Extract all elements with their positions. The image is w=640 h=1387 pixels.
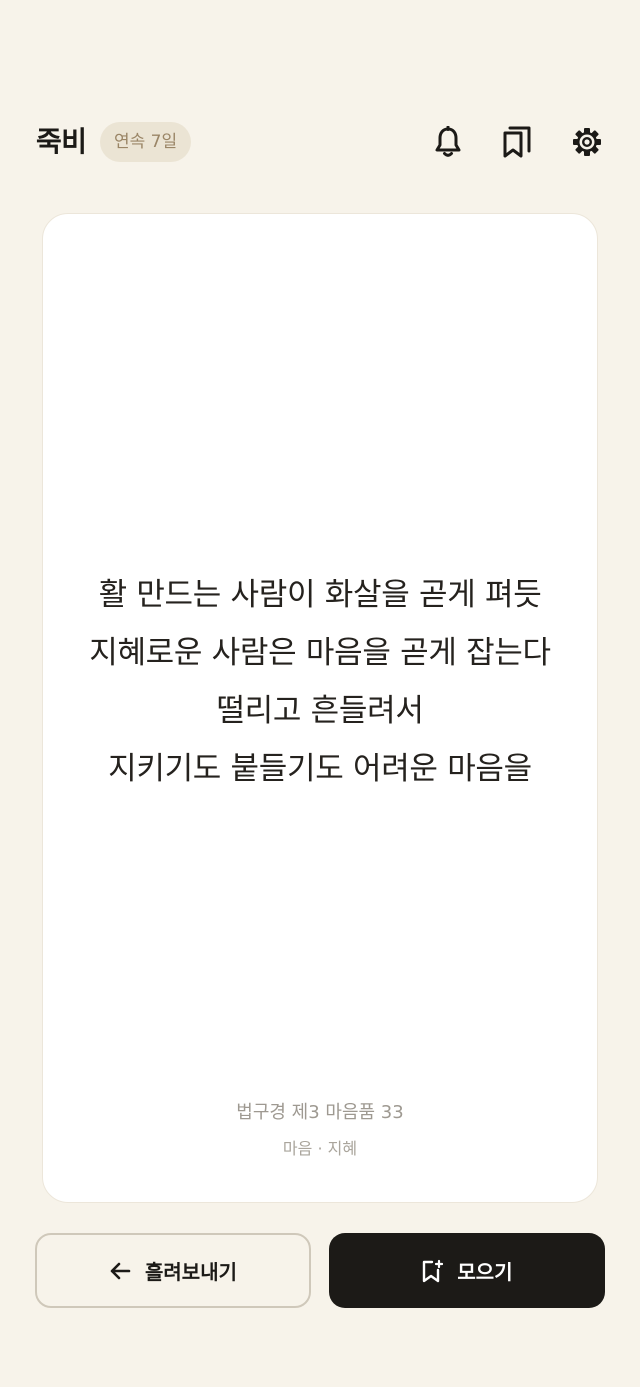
collect-button[interactable]: 모으기 (329, 1233, 605, 1308)
collect-button-label: 모으기 (457, 1260, 513, 1284)
verse-card[interactable]: 활 만드는 사람이 화살을 곧게 펴듯 지혜로운 사람은 마음을 곧게 잡는다 … (42, 213, 598, 1203)
verse-source: 법구경 제3 마음품 33 (236, 1102, 404, 1123)
arrow-left-icon (110, 1262, 131, 1279)
pass-button-label: 흘려보내기 (145, 1260, 237, 1284)
bookmarks-icon (503, 126, 531, 158)
bell-icon (435, 126, 461, 157)
verse-line: 지키기도 붙들기도 어려운 마음을 (108, 751, 532, 787)
verse-tags: 마음 · 지혜 (282, 1139, 358, 1158)
settings-button[interactable] (567, 122, 607, 162)
verse-line: 떨리고 흔들려서 (216, 693, 424, 729)
streak-badge: 연속 7일 (100, 122, 192, 162)
header: 죽비 연속 7일 (0, 108, 640, 176)
bookmarks-button[interactable] (497, 122, 537, 162)
notifications-button[interactable] (428, 122, 468, 162)
app-title: 죽비 (36, 125, 87, 158)
verse-line: 지혜로운 사람은 마음을 곧게 잡는다 (89, 635, 551, 671)
bookmark-add-icon (423, 1259, 444, 1282)
verse-text: 활 만드는 사람이 화살을 곧게 펴듯 지혜로운 사람은 마음을 곧게 잡는다 … (43, 566, 597, 798)
verse-line: 활 만드는 사람이 화살을 곧게 펴듯 (98, 577, 542, 613)
pass-button[interactable]: 흘려보내기 (35, 1233, 311, 1308)
gear-icon (573, 128, 601, 156)
